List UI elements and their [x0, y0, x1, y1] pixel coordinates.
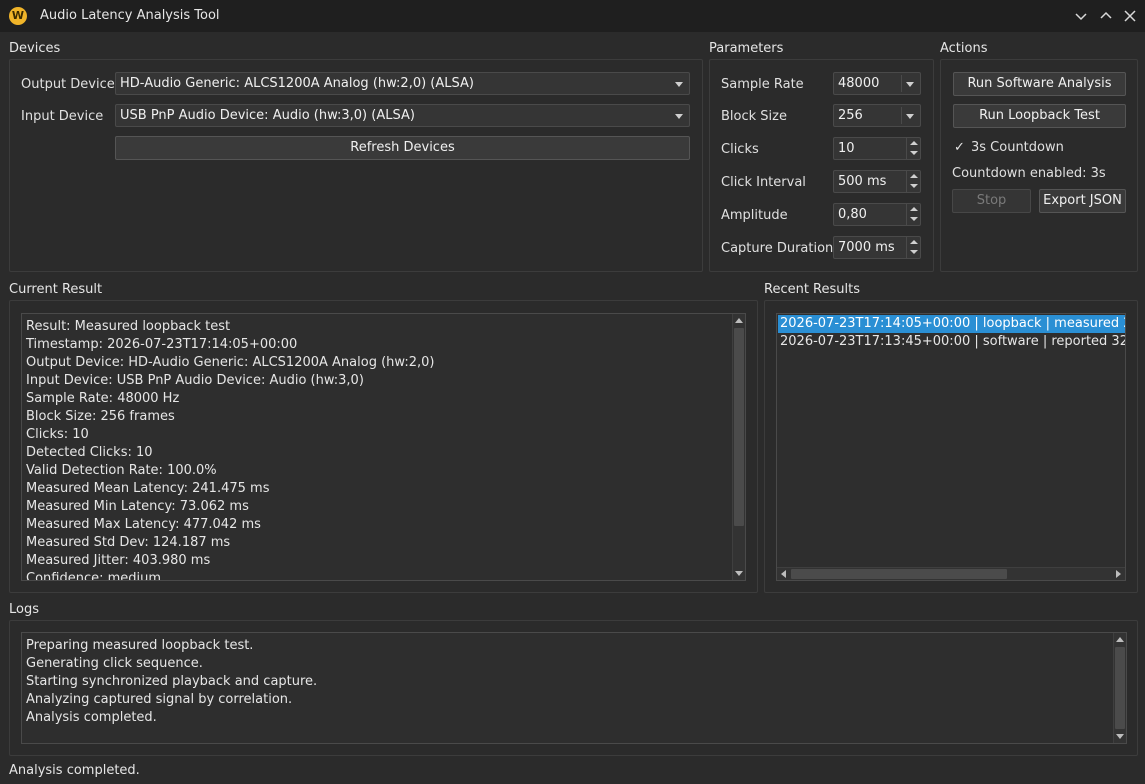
sample-rate-select[interactable]: 48000: [833, 72, 921, 95]
click-interval-value: 500 ms: [838, 174, 887, 189]
clicks-value: 10: [838, 141, 855, 156]
amplitude-spinbox[interactable]: 0,80: [833, 203, 921, 226]
log-line: Starting synchronized playback and captu…: [26, 674, 318, 689]
current-result-lines: Result: Measured loopback test Timestamp:…: [26, 318, 729, 581]
recent-results-list[interactable]: 2026-07-23T17:14:05+00:00 | loopback | m…: [776, 313, 1126, 581]
countdown-checkbox[interactable]: ✓: [954, 140, 965, 155]
log-line: Preparing measured loopback test.: [26, 638, 254, 653]
spin-down-icon[interactable]: [910, 184, 918, 188]
clicks-label: Clicks: [721, 142, 759, 157]
clicks-spinbox[interactable]: 10: [833, 137, 921, 160]
block-size-label: Block Size: [721, 109, 787, 124]
devices-group-label: Devices: [9, 41, 61, 56]
export-json-button[interactable]: Export JSON: [1039, 189, 1126, 213]
log-lines: Preparing measured loopback test. Generat…: [26, 637, 1110, 727]
result-line: Block Size: 256 frames: [26, 409, 175, 424]
scroll-thumb[interactable]: [791, 569, 1007, 579]
result-line: Measured Mean Latency: 241.475 ms: [26, 481, 270, 496]
capture-duration-label: Capture Duration: [721, 241, 834, 256]
stop-button[interactable]: Stop: [952, 189, 1031, 213]
chevron-down-icon: [675, 114, 683, 119]
spin-down-icon[interactable]: [910, 151, 918, 155]
input-device-select[interactable]: USB PnP Audio Device: Audio (hw:3,0) (AL…: [115, 104, 690, 127]
recent-results-hscrollbar[interactable]: [777, 567, 1125, 580]
close-icon[interactable]: [1120, 6, 1140, 26]
scroll-left-icon[interactable]: [781, 570, 786, 578]
amplitude-value: 0,80: [838, 207, 867, 222]
output-device-select[interactable]: HD-Audio Generic: ALCS1200A Analog (hw:2…: [115, 72, 690, 95]
countdown-checkbox-label[interactable]: 3s Countdown: [971, 140, 1064, 155]
result-line: Timestamp: 2026-07-23T17:14:05+00:00: [26, 337, 298, 352]
sample-rate-value: 48000: [838, 76, 880, 91]
recent-result-item[interactable]: 2026-07-23T17:13:45+00:00 | software | r…: [778, 333, 1125, 351]
output-device-label: Output Device: [21, 77, 115, 92]
amplitude-label: Amplitude: [721, 208, 788, 223]
parameters-group-label: Parameters: [709, 41, 784, 56]
chevron-down-icon: [906, 82, 914, 87]
result-line: Confidence: medium: [26, 571, 162, 581]
title-bar[interactable]: W Audio Latency Analysis Tool: [0, 0, 1145, 32]
scroll-thumb[interactable]: [1115, 647, 1125, 729]
run-loopback-test-button[interactable]: Run Loopback Test: [953, 104, 1126, 128]
spin-down-icon[interactable]: [910, 250, 918, 254]
chevron-down-icon: [906, 114, 914, 119]
log-line: Generating click sequence.: [26, 656, 203, 671]
recent-results-group-label: Recent Results: [764, 282, 861, 297]
result-line: Result: Measured loopback test: [26, 319, 231, 334]
log-line: Analyzing captured signal by correlation…: [26, 692, 293, 707]
actions-group-label: Actions: [940, 41, 988, 56]
scroll-thumb[interactable]: [734, 328, 744, 526]
scroll-up-icon[interactable]: [735, 318, 743, 323]
result-line: Sample Rate: 48000 Hz: [26, 391, 180, 406]
chevron-down-icon: [675, 82, 683, 87]
current-result-group-label: Current Result: [9, 282, 103, 297]
result-line: Measured Min Latency: 73.062 ms: [26, 499, 249, 514]
block-size-value: 256: [838, 108, 863, 123]
result-line: Detected Clicks: 10: [26, 445, 153, 460]
window-title: Audio Latency Analysis Tool: [40, 8, 220, 23]
capture-duration-spinbox[interactable]: 7000 ms: [833, 236, 921, 259]
scroll-up-icon[interactable]: [1116, 637, 1124, 642]
result-line: Valid Detection Rate: 100.0%: [26, 463, 217, 478]
maximize-icon[interactable]: [1096, 6, 1116, 26]
block-size-select[interactable]: 256: [833, 104, 921, 127]
logs-scrollbar[interactable]: [1113, 633, 1126, 743]
minimize-icon[interactable]: [1071, 6, 1091, 26]
current-result-text[interactable]: Result: Measured loopback test Timestamp:…: [21, 313, 746, 581]
scroll-down-icon[interactable]: [1116, 734, 1124, 739]
spin-up-icon[interactable]: [910, 240, 918, 244]
result-line: Measured Jitter: 403.980 ms: [26, 553, 211, 568]
input-device-value: USB PnP Audio Device: Audio (hw:3,0) (AL…: [120, 108, 415, 123]
logs-group-label: Logs: [9, 602, 39, 617]
status-bar-message: Analysis completed.: [9, 763, 140, 778]
log-line: Analysis completed.: [26, 710, 157, 725]
click-interval-spinbox[interactable]: 500 ms: [833, 170, 921, 193]
result-line: Measured Max Latency: 477.042 ms: [26, 517, 261, 532]
refresh-devices-button[interactable]: Refresh Devices: [115, 136, 690, 160]
scroll-down-icon[interactable]: [735, 571, 743, 576]
app-logo-icon: W: [9, 7, 27, 25]
current-result-scrollbar[interactable]: [732, 314, 745, 580]
spin-down-icon[interactable]: [910, 217, 918, 221]
spin-up-icon[interactable]: [910, 207, 918, 211]
result-line: Output Device: HD-Audio Generic: ALCS120…: [26, 355, 435, 370]
output-device-value: HD-Audio Generic: ALCS1200A Analog (hw:2…: [120, 76, 474, 91]
input-device-label: Input Device: [21, 109, 104, 124]
spin-up-icon[interactable]: [910, 141, 918, 145]
spin-up-icon[interactable]: [910, 174, 918, 178]
click-interval-label: Click Interval: [721, 175, 806, 190]
sample-rate-label: Sample Rate: [721, 77, 804, 92]
result-line: Input Device: USB PnP Audio Device: Audi…: [26, 373, 364, 388]
run-software-analysis-button[interactable]: Run Software Analysis: [953, 72, 1126, 96]
logs-text[interactable]: Preparing measured loopback test. Generat…: [21, 632, 1127, 744]
result-line: Clicks: 10: [26, 427, 89, 442]
recent-result-item[interactable]: 2026-07-23T17:14:05+00:00 | loopback | m…: [778, 315, 1125, 333]
countdown-status-text: Countdown enabled: 3s: [952, 166, 1106, 181]
result-line: Measured Std Dev: 124.187 ms: [26, 535, 231, 550]
capture-duration-value: 7000 ms: [838, 240, 895, 255]
scroll-right-icon[interactable]: [1116, 570, 1121, 578]
